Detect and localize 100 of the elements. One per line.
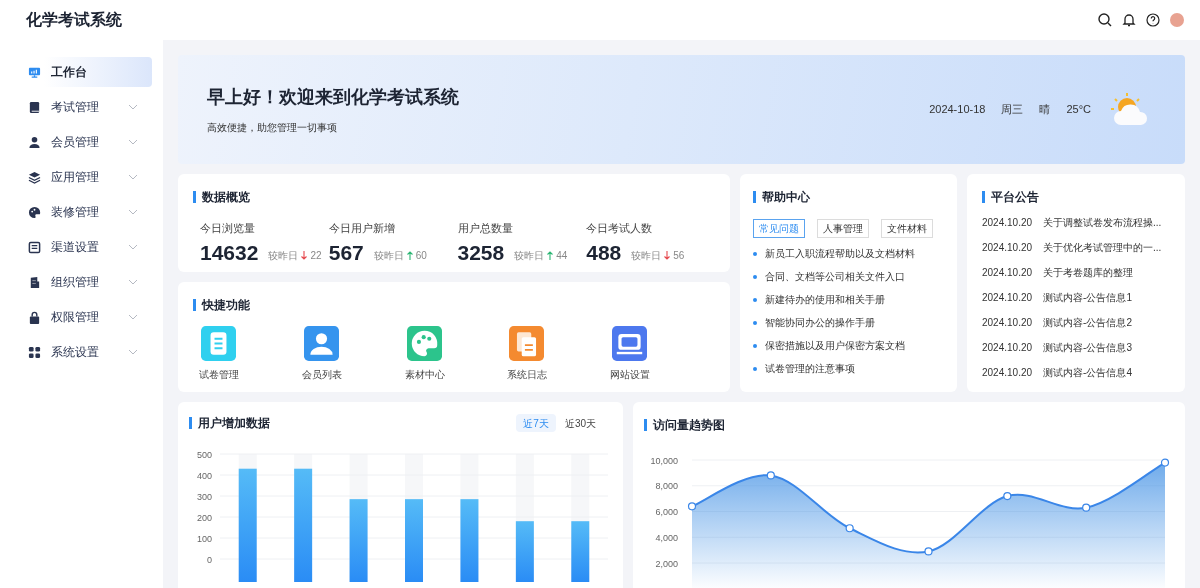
announcement-title[interactable]: 测试内容-公告信息2: [1043, 315, 1132, 331]
help-tab[interactable]: 文件材料: [881, 219, 933, 238]
layers-icon: [28, 170, 41, 184]
help-link[interactable]: 新建待办的使用和相关手册: [765, 292, 885, 308]
change-value: 56: [673, 248, 685, 263]
weather: 晴: [1039, 102, 1051, 118]
sidebar-item[interactable]: 会员管理: [17, 127, 152, 157]
announcement-title[interactable]: 测试内容-公告信息4: [1043, 365, 1132, 381]
shortcut-label[interactable]: 系统日志: [507, 367, 548, 382]
bullet-icon: [753, 344, 757, 348]
stat-value: 3258: [457, 239, 505, 266]
announcement-date: 2024.10.20: [982, 316, 1033, 330]
sidebar-item[interactable]: 装修管理: [17, 197, 152, 227]
axis-label: 2,000: [655, 558, 678, 569]
bell-icon[interactable]: [1122, 13, 1136, 27]
help-link[interactable]: 保密措施以及用户保密方案文档: [765, 338, 905, 354]
bullet-icon: [753, 298, 757, 302]
announcement-title[interactable]: 关于优化考试管理中的一...: [1043, 240, 1162, 256]
help-tab[interactable]: 常见问题: [753, 219, 805, 238]
card-title: 帮助中心: [762, 189, 810, 206]
card-title: 平台公告: [991, 189, 1039, 206]
lock-icon: [28, 310, 41, 324]
subtitle: 高效便捷，助您管理一切事项: [207, 121, 338, 135]
documents-icon[interactable]: [509, 326, 545, 361]
help-link[interactable]: 合同、文档等公司相关文件入口: [765, 269, 905, 285]
stat-label: 今日用户新增: [328, 221, 396, 236]
card-title: 数据概览: [202, 189, 250, 206]
axis-label: 500: [196, 449, 212, 460]
sidebar-item[interactable]: 应用管理: [17, 162, 152, 192]
person-icon[interactable]: [303, 326, 339, 361]
weekday: 周三: [1001, 102, 1024, 118]
search-icon[interactable]: [1098, 13, 1112, 27]
announcement-title[interactable]: 关于调整试卷发布流程操...: [1043, 215, 1162, 231]
palette-icon: [28, 205, 41, 219]
stat-label: 用户总数量: [457, 221, 514, 236]
announcement-title[interactable]: 测试内容-公告信息1: [1043, 290, 1132, 306]
date: 2024-10-18: [929, 102, 986, 118]
building-icon: [28, 275, 41, 289]
axis-label: 200: [196, 512, 212, 523]
axis-label: 0: [207, 554, 212, 565]
stat-value: 14632: [200, 239, 259, 266]
laptop-icon[interactable]: [612, 326, 648, 361]
announcement-date: 2024.10.20: [982, 366, 1033, 380]
help-tab[interactable]: 人事管理: [817, 219, 869, 238]
grid-icon: [28, 345, 41, 359]
announcement-date: 2024.10.20: [982, 216, 1033, 230]
compare-label: 较昨日: [631, 248, 662, 263]
change-value: 44: [556, 248, 568, 263]
book-icon: [28, 100, 41, 114]
announcement-title[interactable]: 关于考卷题库的整理: [1043, 265, 1134, 281]
axis-label: 8,000: [655, 481, 678, 492]
axis-label: 400: [196, 470, 212, 481]
temperature: 25°C: [1066, 102, 1091, 118]
sidebar-item[interactable]: 渠道设置: [17, 232, 152, 262]
stat-value: 488: [586, 239, 622, 266]
card-title: 快捷功能: [202, 297, 250, 314]
greeting: 早上好！欢迎来到化学考试系统: [207, 86, 459, 109]
bullet-icon: [753, 367, 757, 371]
change-value: 22: [310, 248, 322, 263]
bullet-icon: [753, 252, 757, 256]
axis-label: 100: [196, 533, 212, 544]
stat-value: 567: [328, 239, 364, 266]
axis-label: 6,000: [655, 507, 678, 517]
sidebar-item[interactable]: 考试管理: [17, 92, 152, 122]
palette-icon[interactable]: [406, 326, 442, 361]
card-title: 用户增加数据: [198, 415, 270, 432]
axis-label: 300: [196, 491, 212, 502]
shortcut-label[interactable]: 会员列表: [301, 367, 342, 382]
bullet-icon: [753, 275, 757, 279]
axis-label: 10,000: [650, 455, 678, 466]
compare-label: 较昨日: [268, 248, 299, 263]
announcement-date: 2024.10.20: [982, 241, 1033, 255]
range-tab[interactable]: 近30天: [557, 414, 603, 432]
axis-label: 4,000: [655, 532, 678, 543]
monitor-icon: [28, 65, 41, 79]
shortcut-label[interactable]: 素材中心: [404, 367, 445, 382]
sidebar-item[interactable]: 权限管理: [17, 302, 152, 332]
announcement-date: 2024.10.20: [982, 341, 1033, 355]
change-value: 60: [415, 248, 427, 263]
shortcut-label[interactable]: 网站设置: [610, 367, 651, 382]
compare-label: 较昨日: [514, 248, 545, 263]
app-title: 化学考试系统: [26, 10, 122, 30]
stat-label: 今日浏览量: [200, 221, 256, 236]
sidebar-item[interactable]: 系统设置: [17, 337, 152, 367]
shortcut-label[interactable]: 试卷管理: [199, 367, 239, 382]
announcement-date: 2024.10.20: [982, 291, 1033, 305]
stat-label: 今日考试人数: [586, 221, 654, 236]
avatar[interactable]: [1170, 13, 1184, 27]
list-icon[interactable]: [201, 326, 236, 361]
help-link[interactable]: 试卷管理的注意事项: [765, 361, 855, 377]
announcement-title[interactable]: 测试内容-公告信息3: [1043, 340, 1132, 356]
card-title: 访问量趋势图: [653, 417, 725, 434]
help-icon[interactable]: [1146, 13, 1160, 27]
compare-label: 较昨日: [373, 248, 404, 263]
help-link[interactable]: 新员工入职流程帮助以及文档材料: [765, 246, 915, 262]
announcement-date: 2024.10.20: [982, 266, 1033, 280]
help-link[interactable]: 智能协同办公的操作手册: [765, 315, 875, 331]
person-icon: [28, 135, 41, 149]
form-icon: [28, 240, 41, 254]
sidebar-item[interactable]: 组织管理: [17, 267, 152, 297]
